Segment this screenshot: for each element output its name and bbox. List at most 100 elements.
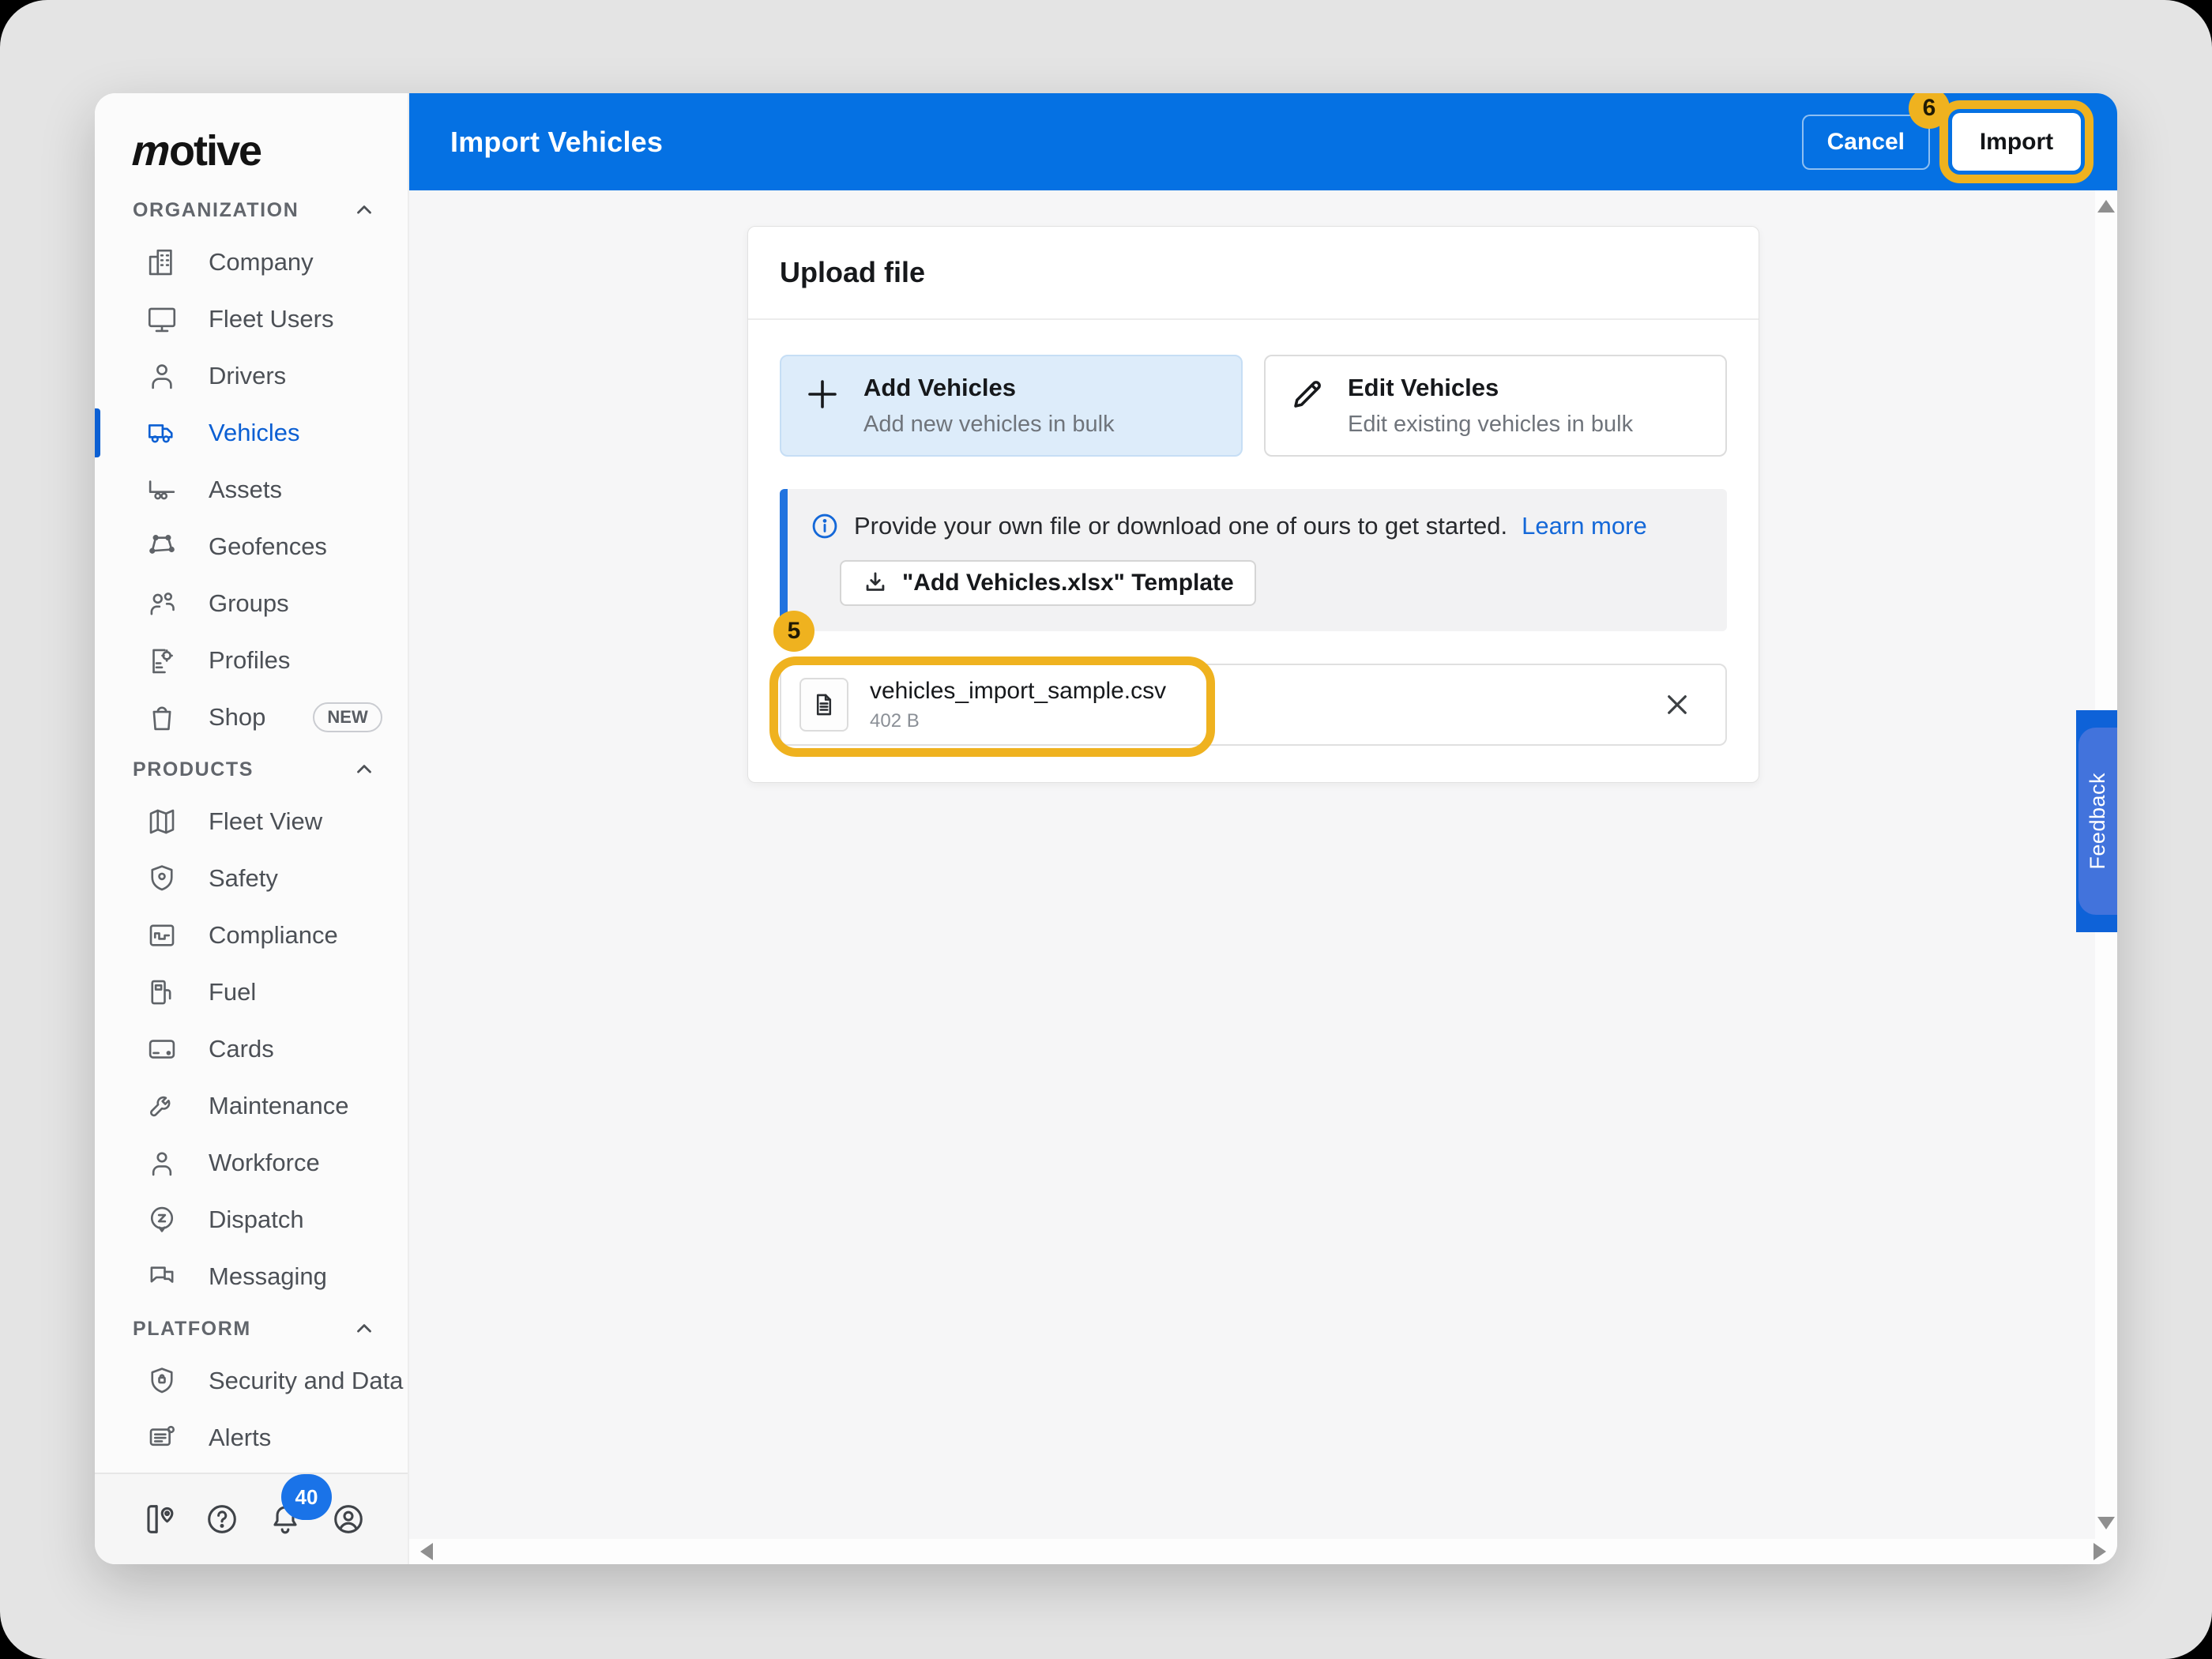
- sidebar-item-label: Drivers: [209, 362, 287, 389]
- feedback-label: Feedback: [2086, 773, 2109, 870]
- banner-text-row: Provide your own file or download one of…: [810, 511, 1703, 541]
- people-icon: [145, 587, 179, 620]
- person-icon: [145, 1146, 179, 1179]
- sidebar-item-fleet-users[interactable]: Fleet Users: [95, 291, 408, 348]
- sidebar-item-label: Assets: [209, 476, 283, 503]
- sidebar-item-shop[interactable]: Shop NEW: [95, 689, 408, 746]
- motive-logo-text: motive: [126, 127, 263, 175]
- help-icon[interactable]: [204, 1501, 240, 1537]
- monitor-icon: [145, 303, 179, 336]
- cancel-button[interactable]: Cancel: [1801, 114, 1930, 170]
- sidebar-item-label: Workforce: [209, 1149, 320, 1176]
- shield-icon: [145, 862, 179, 895]
- step-badge-5: 5: [773, 611, 814, 652]
- sidebar-section-products[interactable]: PRODUCTS: [95, 746, 408, 793]
- sidebar-item-label: Fuel: [209, 978, 257, 1006]
- sidebar-item-label: Safety: [209, 864, 278, 892]
- trailer-icon: [145, 473, 179, 506]
- page-header: Import Vehicles Cancel Import 6: [409, 93, 2117, 190]
- sidebar-item-safety[interactable]: Safety: [95, 850, 408, 907]
- sidebar-item-fuel[interactable]: Fuel: [95, 964, 408, 1021]
- sidebar-item-cards[interactable]: Cards: [95, 1021, 408, 1078]
- app-window: motive ORGANIZATION Company Fleet Users …: [95, 93, 2117, 1564]
- feedback-tab[interactable]: Feedback: [2076, 710, 2117, 932]
- wrench-icon: [145, 1089, 179, 1123]
- template-info-banner: Provide your own file or download one of…: [773, 489, 1727, 652]
- chevron-up-icon: [352, 198, 376, 222]
- sidebar-item-security-and-data[interactable]: Security and Data: [95, 1352, 408, 1409]
- sidebar-item-fleet-view[interactable]: Fleet View: [95, 793, 408, 850]
- map-icon: [145, 805, 179, 838]
- sidebar-section-platform[interactable]: PLATFORM: [95, 1305, 408, 1352]
- sidebar-item-assets[interactable]: Assets: [95, 461, 408, 518]
- sidebar-item-workforce[interactable]: Workforce: [95, 1134, 408, 1191]
- section-label: PLATFORM: [133, 1317, 251, 1340]
- sidebar-item-label: Security and Data: [209, 1367, 404, 1394]
- chevron-up-icon: [352, 1317, 376, 1341]
- sidebar-item-profiles[interactable]: Profiles: [95, 632, 408, 689]
- sidebar-item-dispatch[interactable]: Dispatch: [95, 1191, 408, 1248]
- file-document-icon: [799, 678, 848, 732]
- scroll-up-arrow[interactable]: [2097, 200, 2115, 213]
- sidebar-item-alerts[interactable]: Alerts: [95, 1409, 408, 1466]
- option-add-vehicles[interactable]: Add Vehicles Add new vehicles in bulk: [780, 355, 1243, 457]
- option-title: Edit Vehicles: [1348, 374, 1499, 401]
- compliance-chart-icon: [145, 919, 179, 952]
- motive-logo[interactable]: motive: [95, 93, 408, 186]
- scroll-right-arrow[interactable]: [2094, 1543, 2106, 1560]
- section-label: ORGANIZATION: [133, 198, 299, 221]
- import-mode-options: Add Vehicles Add new vehicles in bulk Ed…: [780, 355, 1727, 457]
- sidebar-item-groups[interactable]: Groups: [95, 575, 408, 632]
- sidebar-item-label: Maintenance: [209, 1092, 349, 1119]
- option-subtitle: Edit existing vehicles in bulk: [1348, 412, 1634, 437]
- notifications-bell-icon[interactable]: 40: [267, 1474, 332, 1537]
- upload-card-title: Upload file: [780, 256, 926, 288]
- import-button[interactable]: Import: [1952, 113, 2081, 171]
- pencil-icon: [1288, 375, 1326, 413]
- scroll-down-arrow[interactable]: [2097, 1517, 2115, 1529]
- download-template-button[interactable]: "Add Vehicles.xlsx" Template: [840, 560, 1256, 606]
- sidebar-item-compliance[interactable]: Compliance: [95, 907, 408, 964]
- scroll-left-arrow[interactable]: [420, 1543, 433, 1560]
- truck-icon: [145, 416, 179, 450]
- sidebar-item-label: Profiles: [209, 646, 291, 674]
- geofence-polygon-icon: [145, 530, 179, 563]
- shopping-bag-icon: [145, 701, 179, 734]
- option-title: Add Vehicles: [863, 374, 1016, 401]
- sidebar-item-geofences[interactable]: Geofences: [95, 518, 408, 575]
- sidebar-item-label: Geofences: [209, 532, 327, 560]
- account-icon[interactable]: [330, 1501, 367, 1537]
- upload-file-card: Upload file Add Vehicles Add new vehicle…: [747, 226, 1759, 783]
- sidebar-item-company[interactable]: Company: [95, 234, 408, 291]
- page-title: Import Vehicles: [450, 125, 664, 158]
- sidebar-item-label: Compliance: [209, 921, 338, 949]
- dispatch-pin-icon: [145, 1203, 179, 1236]
- notification-count-badge: 40: [281, 1474, 332, 1520]
- sidebar-item-label: Vehicles: [209, 419, 300, 446]
- import-highlight-ring: Import: [1939, 100, 2094, 183]
- person-icon: [145, 359, 179, 393]
- learn-more-link[interactable]: Learn more: [1522, 512, 1647, 540]
- sidebar-item-vehicles[interactable]: Vehicles: [95, 404, 408, 461]
- sidebar-footer: 40: [95, 1473, 408, 1564]
- option-edit-vehicles[interactable]: Edit Vehicles Edit existing vehicles in …: [1264, 355, 1727, 457]
- shield-lock-icon: [145, 1364, 179, 1398]
- feedback-tab-inner: Feedback: [2078, 728, 2117, 915]
- sidebar-item-maintenance[interactable]: Maintenance: [95, 1078, 408, 1134]
- sidebar-item-label: Cards: [209, 1035, 274, 1063]
- remove-file-button[interactable]: [1662, 690, 1692, 720]
- horizontal-scrollbar[interactable]: [409, 1539, 2117, 1564]
- sidebar-item-messaging[interactable]: Messaging: [95, 1248, 408, 1305]
- company-icon: [145, 246, 179, 279]
- chat-bubbles-icon: [145, 1260, 179, 1293]
- upload-card-header: Upload file: [748, 227, 1759, 320]
- sidebar-item-label: Shop: [209, 703, 266, 731]
- sidebar-item-label: Fleet Users: [209, 305, 334, 333]
- sidebar-section-organization[interactable]: ORGANIZATION: [95, 186, 408, 234]
- info-icon: [810, 511, 840, 541]
- sidebar-item-drivers[interactable]: Drivers: [95, 348, 408, 404]
- section-label: PRODUCTS: [133, 758, 254, 781]
- guide-map-icon[interactable]: [141, 1501, 177, 1537]
- download-icon: [862, 570, 889, 596]
- uploaded-file-row: vehicles_import_sample.csv 402 B: [769, 656, 1727, 757]
